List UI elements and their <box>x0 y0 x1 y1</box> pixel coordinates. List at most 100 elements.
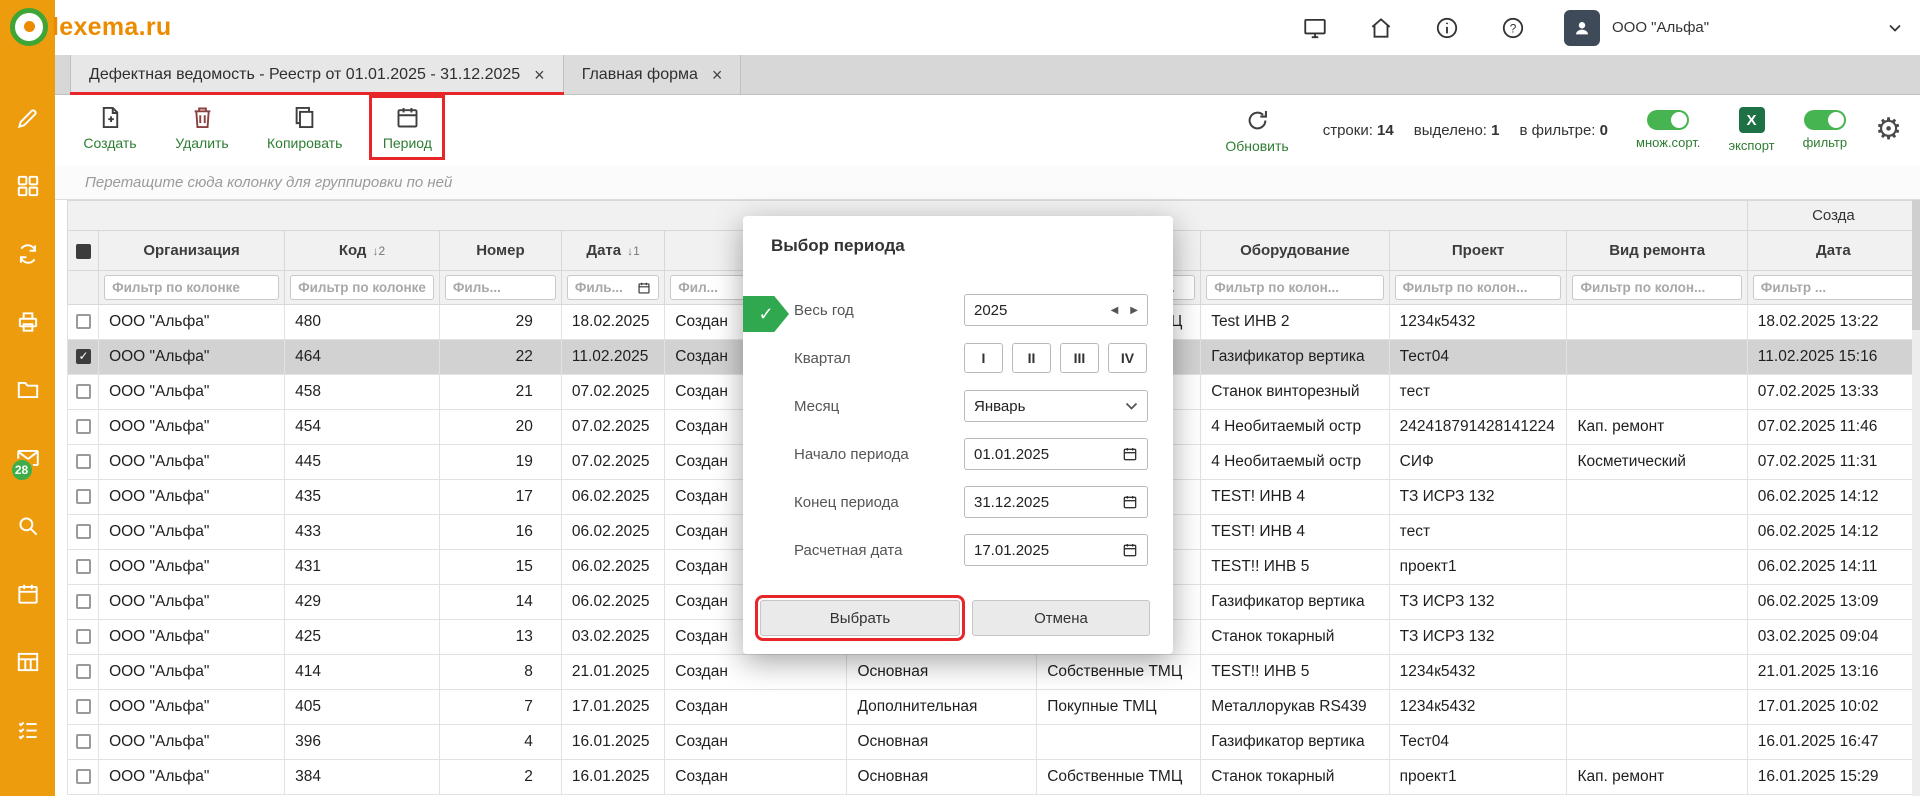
year-spinner[interactable]: 2025 ◀ ▶ <box>964 294 1148 326</box>
vertical-scrollbar[interactable] <box>1912 200 1920 796</box>
column-header-equipment[interactable]: Оборудование <box>1201 231 1389 271</box>
quarter-4-button[interactable]: IV <box>1108 343 1147 373</box>
app-logo[interactable]: lexema.ru <box>10 8 171 46</box>
period-end-input[interactable]: 31.12.2025 <box>964 486 1148 518</box>
user-avatar[interactable] <box>1564 10 1600 46</box>
company-name: ООО "Альфа" <box>1612 19 1709 36</box>
column-header-date[interactable]: Дата↓1 <box>561 231 664 271</box>
calendar-icon[interactable] <box>637 281 651 295</box>
edit-icon[interactable] <box>14 104 42 132</box>
excel-export-icon[interactable]: X <box>1739 107 1765 133</box>
help-icon[interactable]: ? <box>1498 13 1528 43</box>
monitor-icon[interactable] <box>1300 13 1330 43</box>
quarter-label: Квартал <box>794 350 964 367</box>
row-checkbox[interactable] <box>76 454 91 469</box>
filter-input-org[interactable]: Фильтр по колонке <box>104 275 279 300</box>
modules-icon[interactable] <box>14 172 42 200</box>
row-checkbox[interactable] <box>76 489 91 504</box>
cell-status: Создан <box>665 760 847 795</box>
filter-input-date[interactable]: Филь... <box>567 275 659 300</box>
row-checkbox[interactable] <box>76 314 91 329</box>
cell-date: 06.02.2025 <box>561 550 664 585</box>
delete-button[interactable]: Удалить <box>169 100 235 155</box>
full-year-check-icon[interactable]: ✓ <box>743 296 789 332</box>
copy-button[interactable]: Копировать <box>261 100 348 155</box>
select-button[interactable]: Выбрать <box>760 600 960 636</box>
filter-input-created[interactable]: Фильтр ... <box>1753 275 1914 300</box>
calc-date-input[interactable]: 17.01.2025 <box>964 534 1148 566</box>
year-next-button[interactable]: ▶ <box>1130 305 1138 316</box>
search-icon[interactable] <box>14 512 42 540</box>
year-prev-button[interactable]: ◀ <box>1111 305 1119 316</box>
cell-created: 07.02.2025 11:46 <box>1747 410 1919 445</box>
column-header-org[interactable]: Организация <box>99 231 285 271</box>
cell-sheet: Основная <box>847 760 1037 795</box>
cell-equipment: Станок токарный <box>1201 620 1389 655</box>
tasks-icon[interactable] <box>14 716 42 744</box>
row-checkbox[interactable] <box>76 769 91 784</box>
quarter-3-button[interactable]: III <box>1060 343 1099 373</box>
row-checkbox[interactable] <box>76 559 91 574</box>
period-button[interactable]: Период <box>374 100 440 155</box>
row-checkbox[interactable] <box>76 594 91 609</box>
column-header-repair[interactable]: Вид ремонта <box>1567 231 1747 271</box>
row-checkbox[interactable] <box>76 734 91 749</box>
cell-code: 425 <box>285 620 440 655</box>
tab-defect-register[interactable]: Дефектная ведомость - Реестр от 01.01.20… <box>70 55 564 94</box>
close-icon[interactable]: × <box>534 66 545 84</box>
calendar-icon[interactable] <box>1122 446 1138 462</box>
calendar-icon[interactable] <box>1122 494 1138 510</box>
select-all-checkbox[interactable] <box>76 244 91 259</box>
filter-input-repair[interactable]: Фильтр по колон... <box>1572 275 1741 300</box>
table-icon[interactable] <box>14 648 42 676</box>
print-icon[interactable] <box>14 308 42 336</box>
table-row[interactable]: ООО "Альфа"396416.01.2025СозданОсновнаяГ… <box>68 725 1920 760</box>
refresh-button[interactable]: Обновить <box>1219 103 1294 158</box>
multisort-toggle[interactable] <box>1647 110 1689 130</box>
column-header-code[interactable]: Код↓2 <box>285 231 440 271</box>
group-by-bar[interactable]: Перетащите сюда колонку для группировки … <box>55 165 1920 200</box>
filter-input-code[interactable]: Фильтр по колонке <box>290 275 434 300</box>
scrollbar-thumb[interactable] <box>1912 200 1920 330</box>
calendar-icon[interactable] <box>14 580 42 608</box>
tab-main-form[interactable]: Главная форма × <box>564 55 742 94</box>
table-row[interactable]: ООО "Альфа"384216.01.2025СозданОсновнаяС… <box>68 760 1920 795</box>
period-start-input[interactable]: 01.01.2025 <box>964 438 1148 470</box>
row-checkbox[interactable] <box>76 419 91 434</box>
cell-number: 7 <box>439 690 561 725</box>
row-checkbox[interactable] <box>76 699 91 714</box>
calendar-icon[interactable] <box>1122 542 1138 558</box>
row-checkbox[interactable] <box>76 384 91 399</box>
row-checkbox[interactable] <box>76 349 91 364</box>
close-icon[interactable]: × <box>712 66 723 84</box>
folder-icon[interactable] <box>14 376 42 404</box>
filter-input-number[interactable]: Филь... <box>445 275 556 300</box>
column-header-created[interactable]: Дата <box>1747 231 1919 271</box>
row-checkbox[interactable] <box>76 629 91 644</box>
month-label: Месяц <box>794 398 964 415</box>
filter-toggle[interactable] <box>1804 110 1846 130</box>
cell-sheet: Основная <box>847 725 1037 760</box>
mail-icon[interactable]: 28 <box>14 444 42 472</box>
quarter-1-button[interactable]: I <box>964 343 1003 373</box>
row-checkbox[interactable] <box>76 664 91 679</box>
column-header-number[interactable]: Номер <box>439 231 561 271</box>
filter-input-equipment[interactable]: Фильтр по колон... <box>1206 275 1383 300</box>
table-row[interactable]: ООО "Альфа"405717.01.2025СозданДополните… <box>68 690 1920 725</box>
create-button[interactable]: Создать <box>77 100 143 155</box>
filter-input-project[interactable]: Фильтр по колон... <box>1395 275 1562 300</box>
quarter-2-button[interactable]: II <box>1012 343 1051 373</box>
gear-icon[interactable]: ⚙ <box>1875 115 1902 145</box>
table-row[interactable]: ООО "Альфа"414821.01.2025СозданОсновнаяС… <box>68 655 1920 690</box>
sync-icon[interactable] <box>14 240 42 268</box>
info-icon[interactable] <box>1432 13 1462 43</box>
column-header-project[interactable]: Проект <box>1389 231 1567 271</box>
home-icon[interactable] <box>1366 13 1396 43</box>
month-select[interactable]: Январь <box>964 390 1148 422</box>
row-checkbox[interactable] <box>76 524 91 539</box>
cancel-button[interactable]: Отмена <box>972 600 1150 636</box>
export-block: X экспорт <box>1728 107 1774 153</box>
cell-number: 22 <box>439 340 561 375</box>
year-value: 2025 <box>974 302 1007 319</box>
chevron-down-icon[interactable] <box>1884 17 1906 39</box>
